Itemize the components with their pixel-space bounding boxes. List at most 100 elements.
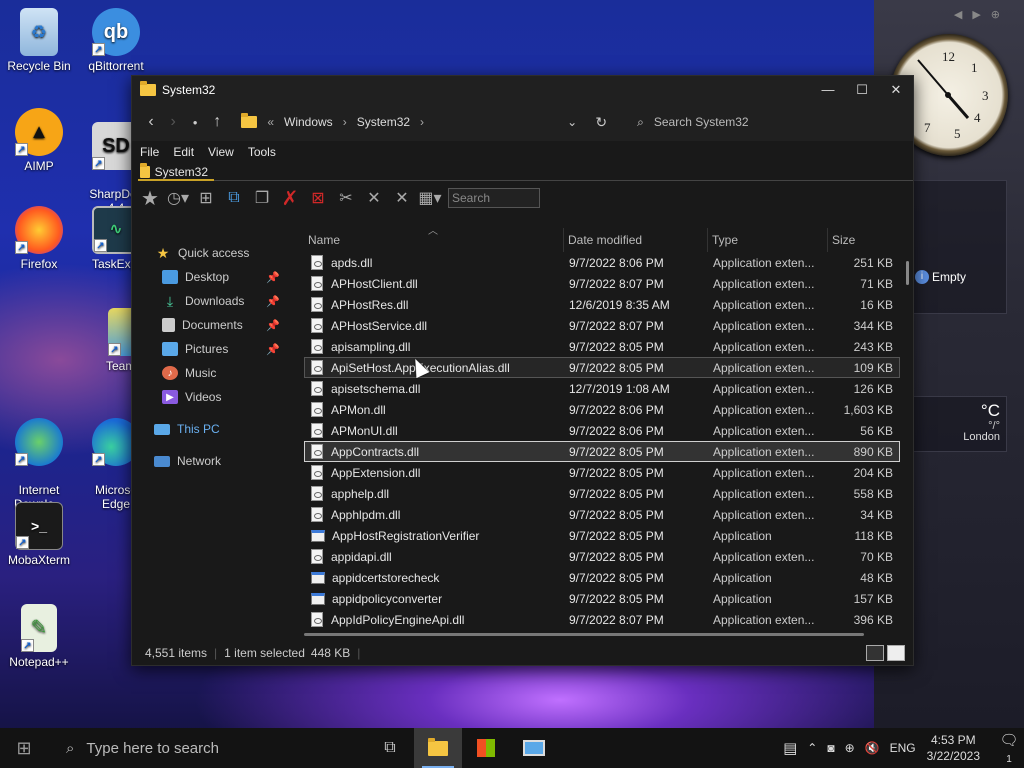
taskbar-search-input[interactable]: ⌕ Type here to search [48, 728, 366, 768]
nav-pictures[interactable]: Pictures 📌 [132, 337, 302, 361]
menu-tools[interactable]: Tools [248, 145, 276, 159]
file-row[interactable]: AppHostRegistrationVerifier 9/7/2022 8:05… [304, 525, 900, 546]
recent-dot-icon[interactable]: ● [184, 110, 206, 134]
file-row[interactable]: Apphlpdm.dll 9/7/2022 8:05 PM Application … [304, 504, 900, 525]
desktop-icon-recycle-bin[interactable]: ♻ Recycle Bin [1, 8, 77, 73]
forward-button[interactable]: › [162, 110, 184, 134]
volume-muted-icon[interactable]: 🔇 [865, 741, 880, 755]
file-name: AppHostRegistrationVerifier [332, 528, 480, 543]
column-type[interactable]: Type [708, 228, 828, 252]
file-row[interactable]: APMonUI.dll 9/7/2022 8:06 PM Application e… [304, 420, 900, 441]
file-row[interactable]: APMon.dll 9/7/2022 8:06 PM Application ext… [304, 399, 900, 420]
start-button[interactable]: ⊞ [0, 728, 48, 768]
nav-videos[interactable]: ▶ Videos [132, 385, 302, 409]
taskbar-clock[interactable]: 4:53 PM 3/22/2023 [927, 732, 980, 764]
breadcrumb-windows[interactable]: Windows [284, 115, 333, 129]
chevron-right-icon[interactable]: › [420, 115, 424, 129]
file-size: 243 KB [853, 339, 893, 354]
delete-icon[interactable]: ✗ [276, 185, 304, 211]
minimize-button[interactable]: — [811, 76, 845, 103]
history-icon[interactable]: ◷▾ [164, 185, 192, 211]
address-dropdown-button[interactable]: ⌄ [563, 115, 581, 129]
file-type: Application exten... [713, 444, 815, 459]
task-view-button[interactable]: ⧉ [366, 728, 414, 768]
windows-logo-icon[interactable]: ⊞ [192, 185, 220, 211]
panel-nav-arrows[interactable]: ◀▶⊕ [954, 8, 1010, 21]
notification-center-button[interactable]: 🗨 1 [994, 731, 1024, 766]
nav-documents[interactable]: Documents 📌 [132, 313, 302, 337]
file-date: 9/7/2022 8:07 PM [569, 318, 664, 333]
nav-music[interactable]: ♪ Music [132, 361, 302, 385]
toolbar-search-input[interactable]: Search [448, 188, 540, 208]
language-indicator[interactable]: ENG [890, 741, 916, 755]
menu-view[interactable]: View [208, 145, 234, 159]
camera-icon[interactable]: ◙ [827, 741, 834, 755]
pin-icon[interactable]: 📌 [266, 295, 280, 308]
menu-file[interactable]: File [140, 145, 159, 159]
status-bar: 4,551 items | 1 item selected 448 KB | [132, 641, 913, 665]
file-row[interactable]: APHostRes.dll 12/6/2019 8:35 AM Applicatio… [304, 294, 900, 315]
nav-this-pc[interactable]: This PC [132, 417, 302, 441]
file-row[interactable]: apisampling.dll 9/7/2022 8:05 PM Applicati… [304, 336, 900, 357]
news-widget-icon[interactable]: ▤ [783, 739, 797, 757]
desktop-icon-mobaxterm[interactable]: >_ ↗ MobaXterm [1, 502, 77, 567]
file-row[interactable]: APHostService.dll 9/7/2022 8:07 PM Applica… [304, 315, 900, 336]
close-button[interactable]: ✕ [879, 76, 913, 103]
details-view-button[interactable] [866, 645, 884, 661]
menu-edit[interactable]: Edit [173, 145, 194, 159]
file-row[interactable]: AppExtension.dll 9/7/2022 8:05 PM Applicat… [304, 462, 900, 483]
breadcrumb-system32[interactable]: System32 [357, 115, 410, 129]
tab-system32[interactable]: System32 [138, 163, 214, 181]
nav-network[interactable]: Network [132, 449, 302, 473]
cut-icon[interactable]: ✂ [332, 185, 360, 211]
file-row[interactable]: appidapi.dll 9/7/2022 8:05 PM Application … [304, 546, 900, 567]
undo-icon[interactable]: ✕ [360, 185, 388, 211]
desktop-icon-qbittorrent[interactable]: qb ↗ qBittorrent [78, 8, 154, 73]
desktop-icon-aimp[interactable]: ▲ ↗ AIMP [1, 108, 77, 173]
large-icons-view-button[interactable] [887, 645, 905, 661]
breadcrumb-overflow-icon[interactable]: « [267, 115, 274, 129]
taskbar-store[interactable] [462, 728, 510, 768]
redo-icon[interactable]: ✕ [388, 185, 416, 211]
file-row[interactable]: apphelp.dll 9/7/2022 8:05 PM Application e… [304, 483, 900, 504]
pin-icon[interactable]: 📌 [266, 271, 280, 284]
titlebar[interactable]: System32 — ☐ ✕ [132, 76, 913, 103]
vertical-scrollbar[interactable] [906, 261, 909, 285]
search-input[interactable]: ⌕ Search System32 [637, 115, 913, 130]
view-options-icon[interactable]: ▦▾ [416, 185, 444, 211]
pin-icon[interactable]: 📌 [266, 319, 280, 332]
column-date-modified[interactable]: Date modified [564, 228, 708, 252]
file-row[interactable]: AppIdPolicyEngineApi.dll 9/7/2022 8:07 PM… [304, 609, 900, 630]
file-row[interactable]: AppContracts.dll 9/7/2022 8:05 PM Applicat… [304, 441, 900, 462]
file-row[interactable]: apisetschema.dll 12/7/2019 1:08 AM Applica… [304, 378, 900, 399]
chevron-up-icon[interactable]: ⌃ [807, 741, 817, 755]
dll-file-icon [311, 486, 323, 501]
maximize-button[interactable]: ☐ [845, 76, 879, 103]
desktop-icon-firefox[interactable]: ↗ Firefox [1, 206, 77, 271]
file-row[interactable]: appidpolicyconverter 9/7/2022 8:05 PM Appl… [304, 588, 900, 609]
copy-to-icon[interactable]: ⧉ [220, 185, 248, 211]
nav-desktop[interactable]: Desktop 📌 [132, 265, 302, 289]
network-globe-icon[interactable]: ⊕ [845, 741, 855, 755]
nav-downloads[interactable]: ⤓ Downloads 📌 [132, 289, 302, 313]
up-button[interactable]: ↑ [206, 110, 228, 134]
refresh-button[interactable]: ↻ [595, 114, 607, 131]
back-button[interactable]: ‹ [140, 110, 162, 134]
delete-permanently-icon[interactable]: ⊠ [304, 185, 332, 211]
file-row[interactable]: apds.dll 9/7/2022 8:06 PM Application exte… [304, 252, 900, 273]
file-row[interactable]: appidcertstorecheck 9/7/2022 8:05 PM Appli… [304, 567, 900, 588]
favorites-star-icon[interactable]: ★ [136, 185, 164, 211]
column-size[interactable]: Size [828, 228, 898, 252]
breadcrumb[interactable]: « Windows › System32 › [236, 113, 503, 129]
taskbar-remote-desktop[interactable] [510, 728, 558, 768]
dll-file-icon [311, 423, 323, 438]
desktop-icon-notepadpp[interactable]: ✎ ↗ Notepad++ [1, 604, 77, 669]
file-row[interactable]: APHostClient.dll 9/7/2022 8:07 PM Applicat… [304, 273, 900, 294]
nav-quick-access[interactable]: ★ Quick access [132, 241, 302, 265]
taskbar-file-explorer[interactable] [414, 728, 462, 768]
move-to-icon[interactable]: ❐ [248, 185, 276, 211]
explorer-window[interactable]: System32 — ☐ ✕ ‹ › ● ↑ « Windows › Syste… [131, 75, 914, 666]
horizontal-scrollbar[interactable] [304, 633, 864, 636]
file-row[interactable]: ApiSetHost.AppExecutionAlias.dll 9/7/2022… [304, 357, 900, 378]
pin-icon[interactable]: 📌 [266, 343, 280, 356]
